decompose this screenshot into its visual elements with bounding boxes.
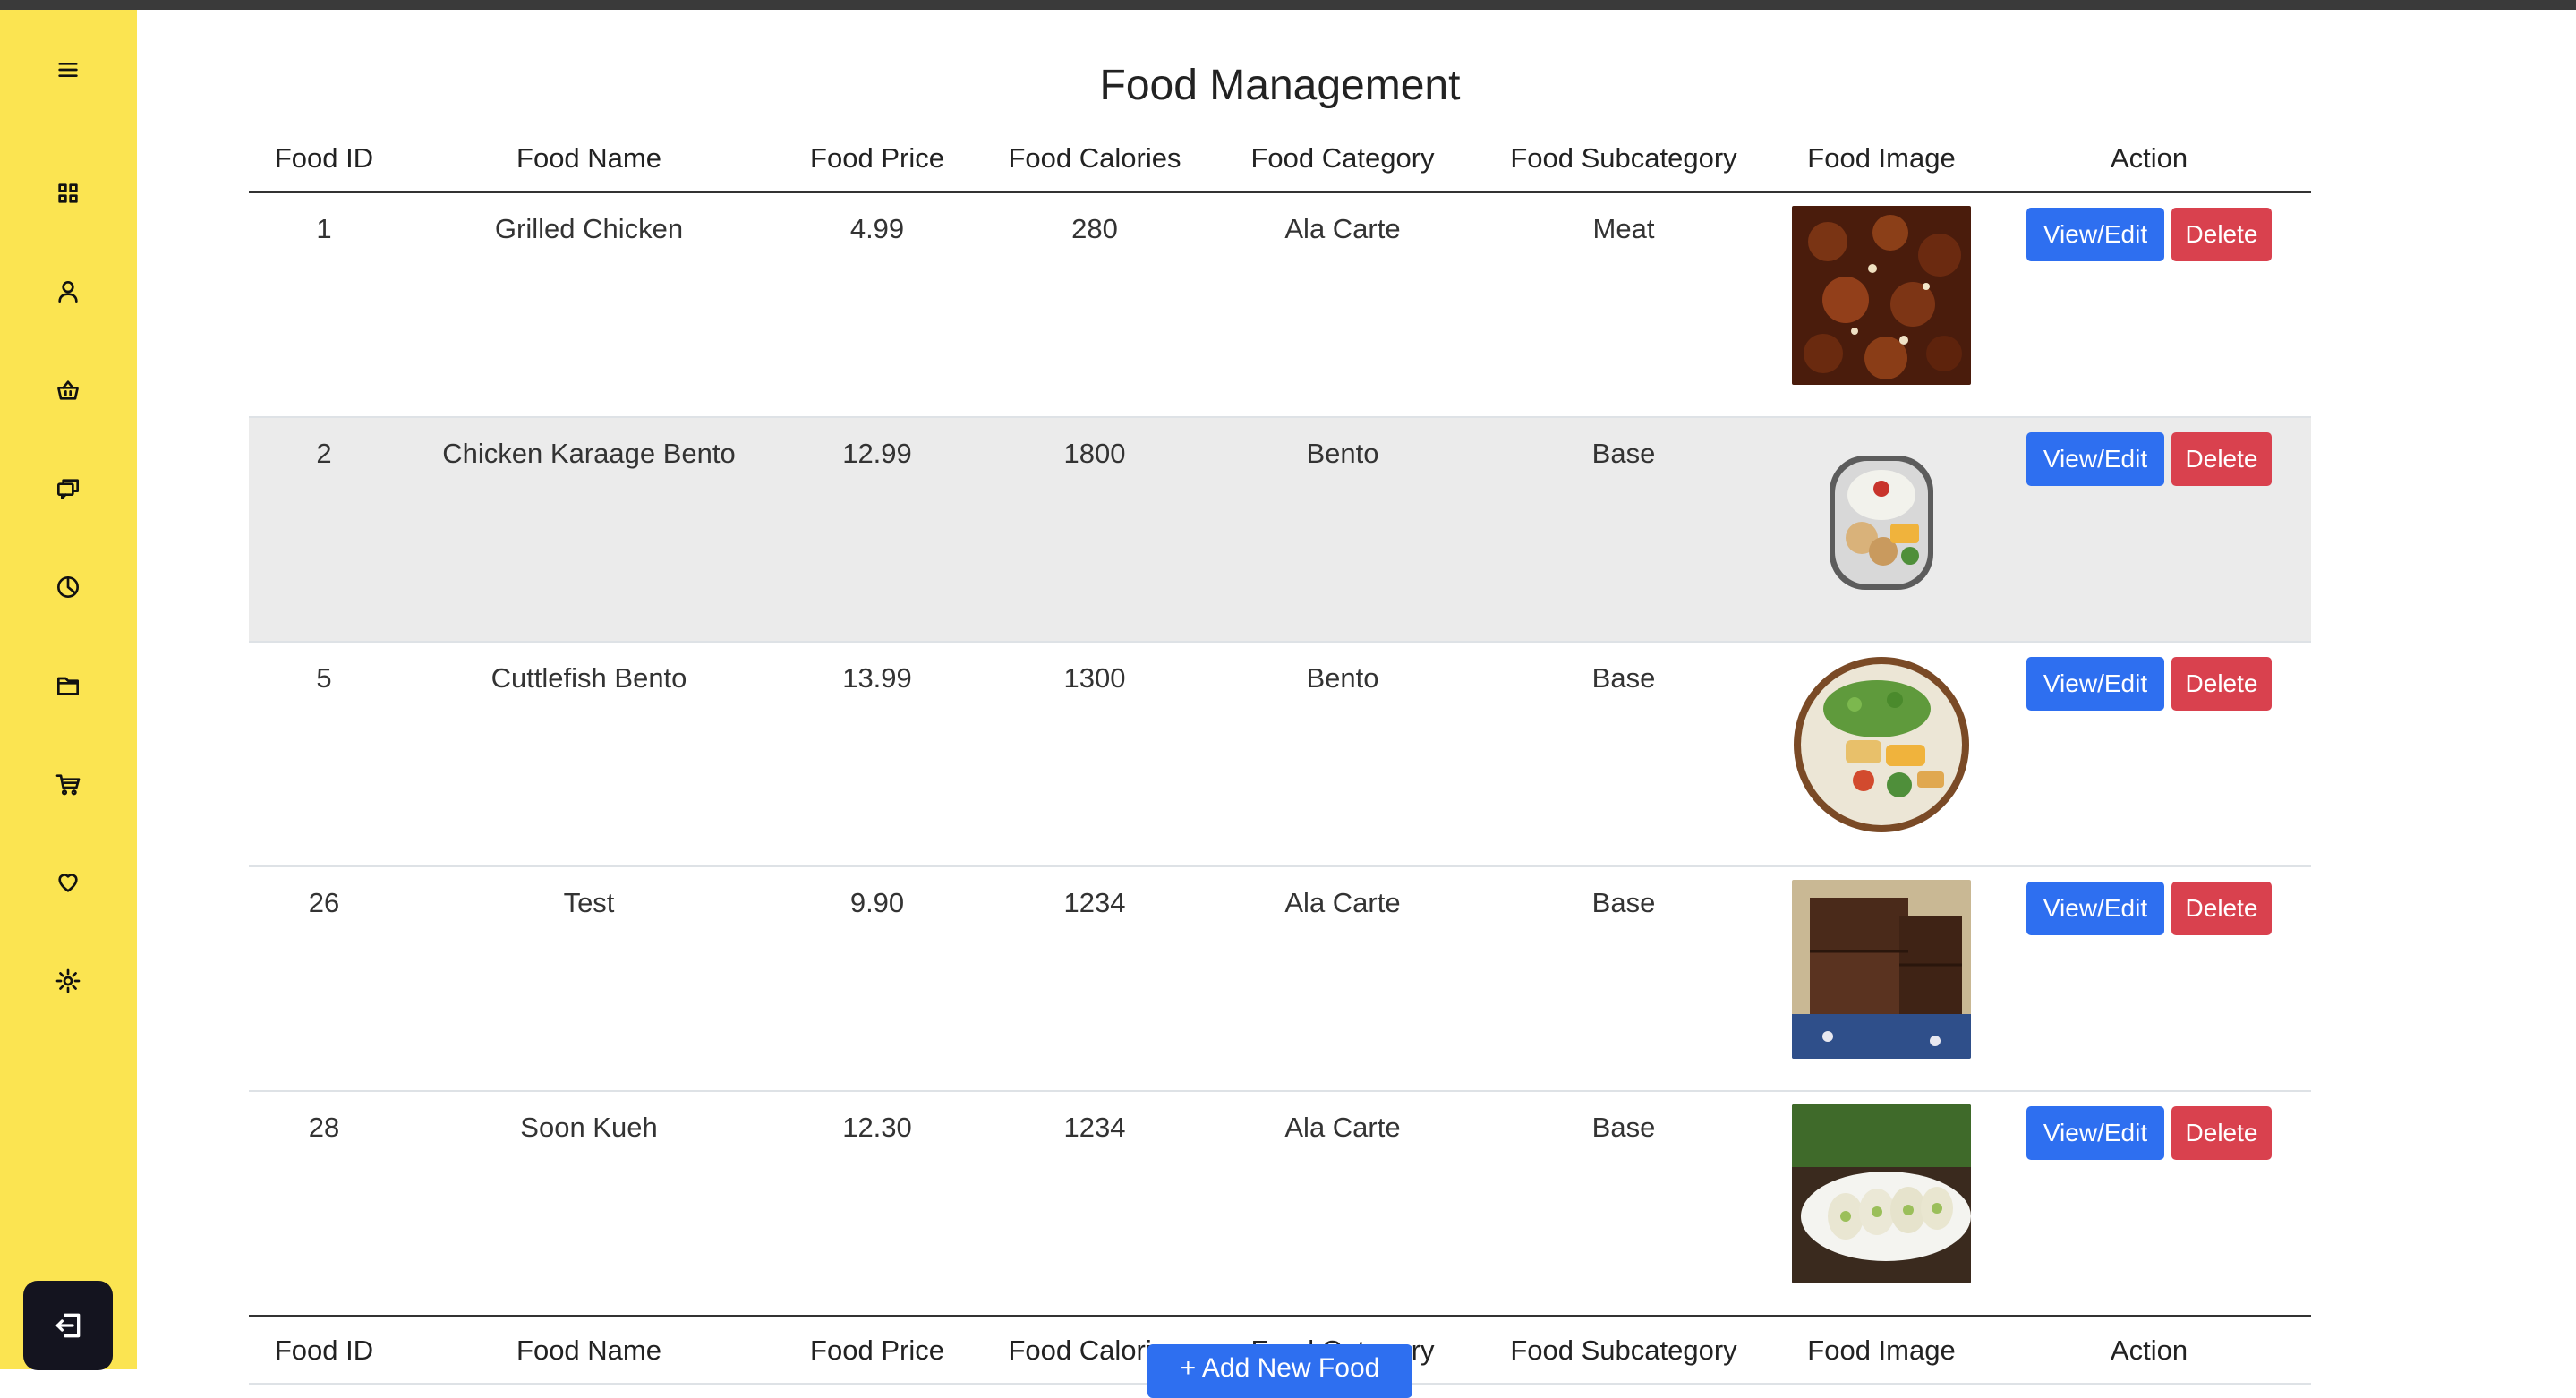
delete-button[interactable]: Delete [2171,208,2272,261]
header-food-category: Food Category [1214,125,1471,193]
footer-food-name: Food Name [399,1315,779,1385]
chat-icon[interactable] [48,469,88,508]
food-image-karaage-bento [1792,430,1971,609]
food-subcategory: Meat [1592,213,1655,244]
folder-icon[interactable] [48,666,88,705]
food-name: Soon Kueh [520,1112,658,1143]
user-icon[interactable] [48,272,88,311]
delete-button[interactable]: Delete [2171,657,2272,711]
food-image-grilled-chicken [1792,206,1971,385]
food-price: 12.99 [842,438,912,469]
view-edit-button[interactable]: View/Edit [2026,882,2164,935]
footer-food-id: Food ID [249,1315,399,1385]
page-title: Food Management [1099,62,1461,110]
food-calories: 1234 [1063,1112,1126,1143]
delete-button[interactable]: Delete [2171,882,2272,935]
footer-food-image: Food Image [1776,1315,1987,1385]
table-row: 5 Cuttlefish Bento 13.99 1300 Bento Base [249,642,2311,867]
table-row: 28 Soon Kueh 12.30 1234 Ala Carte Base V… [249,1091,2311,1317]
table-row: 1 Grilled Chicken 4.99 280 Ala Carte Mea… [249,192,2311,418]
delete-button[interactable]: Delete [2171,432,2272,486]
food-image-brownie [1792,880,1971,1059]
food-calories: 280 [1071,213,1118,244]
food-id: 2 [316,438,332,469]
settings-icon[interactable] [48,961,88,1001]
food-id: 5 [316,662,332,694]
food-price: 12.30 [842,1112,912,1143]
table-header-row: Food ID Food Name Food Price Food Calori… [249,125,2311,193]
food-price: 13.99 [842,662,912,694]
table-row: 26 Test 9.90 1234 Ala Carte Base View/Ed… [249,866,2311,1092]
food-category: Ala Carte [1284,887,1401,918]
table-row: 2 Chicken Karaage Bento 12.99 1800 Bento… [249,417,2311,643]
header-food-price: Food Price [779,125,976,193]
food-image-cuttlefish-bento [1792,655,1971,834]
food-price: 9.90 [849,887,905,918]
food-price: 4.99 [849,213,905,244]
food-name: Cuttlefish Bento [490,662,687,694]
logout-icon [55,1313,81,1338]
food-id: 1 [316,213,332,244]
dashboard-icon[interactable] [48,174,88,213]
food-calories: 1234 [1063,887,1126,918]
header-food-image: Food Image [1776,125,1987,193]
food-calories: 1800 [1063,438,1126,469]
footer-food-subcategory: Food Subcategory [1471,1315,1776,1385]
food-subcategory: Base [1591,887,1656,918]
footer-action: Action [1987,1315,2311,1385]
view-edit-button[interactable]: View/Edit [2026,657,2164,711]
footer-food-price: Food Price [779,1315,976,1385]
heart-icon[interactable] [48,863,88,902]
view-edit-button[interactable]: View/Edit [2026,432,2164,486]
logout-button[interactable] [23,1281,113,1370]
header-action: Action [1987,125,2311,193]
food-subcategory: Base [1591,662,1656,694]
add-new-food-button[interactable]: + Add New Food [1147,1344,1412,1398]
food-image-soon-kueh [1792,1104,1971,1283]
cart-icon[interactable] [48,764,88,804]
food-table: Food ID Food Name Food Price Food Calori… [249,125,2311,1385]
food-name: Test [563,887,615,918]
header-food-calories: Food Calories [976,125,1214,193]
view-edit-button[interactable]: View/Edit [2026,208,2164,261]
food-name: Chicken Karaage Bento [442,438,736,469]
menu-icon[interactable] [48,50,88,90]
food-category: Ala Carte [1284,213,1401,244]
header-food-id: Food ID [249,125,399,193]
food-category: Ala Carte [1284,1112,1401,1143]
food-subcategory: Base [1591,1112,1656,1143]
food-id: 28 [308,1112,340,1143]
header-food-subcategory: Food Subcategory [1471,125,1776,193]
food-subcategory: Base [1591,438,1656,469]
pie-chart-icon[interactable] [48,567,88,607]
delete-button[interactable]: Delete [2171,1106,2272,1160]
food-id: 26 [308,887,340,918]
food-name: Grilled Chicken [494,213,684,244]
window-top-bar [0,0,2576,10]
sidebar [0,10,137,1370]
basket-icon[interactable] [48,371,88,410]
food-calories: 1300 [1063,662,1126,694]
food-category: Bento [1306,662,1379,694]
header-food-name: Food Name [399,125,779,193]
food-category: Bento [1306,438,1379,469]
view-edit-button[interactable]: View/Edit [2026,1106,2164,1160]
